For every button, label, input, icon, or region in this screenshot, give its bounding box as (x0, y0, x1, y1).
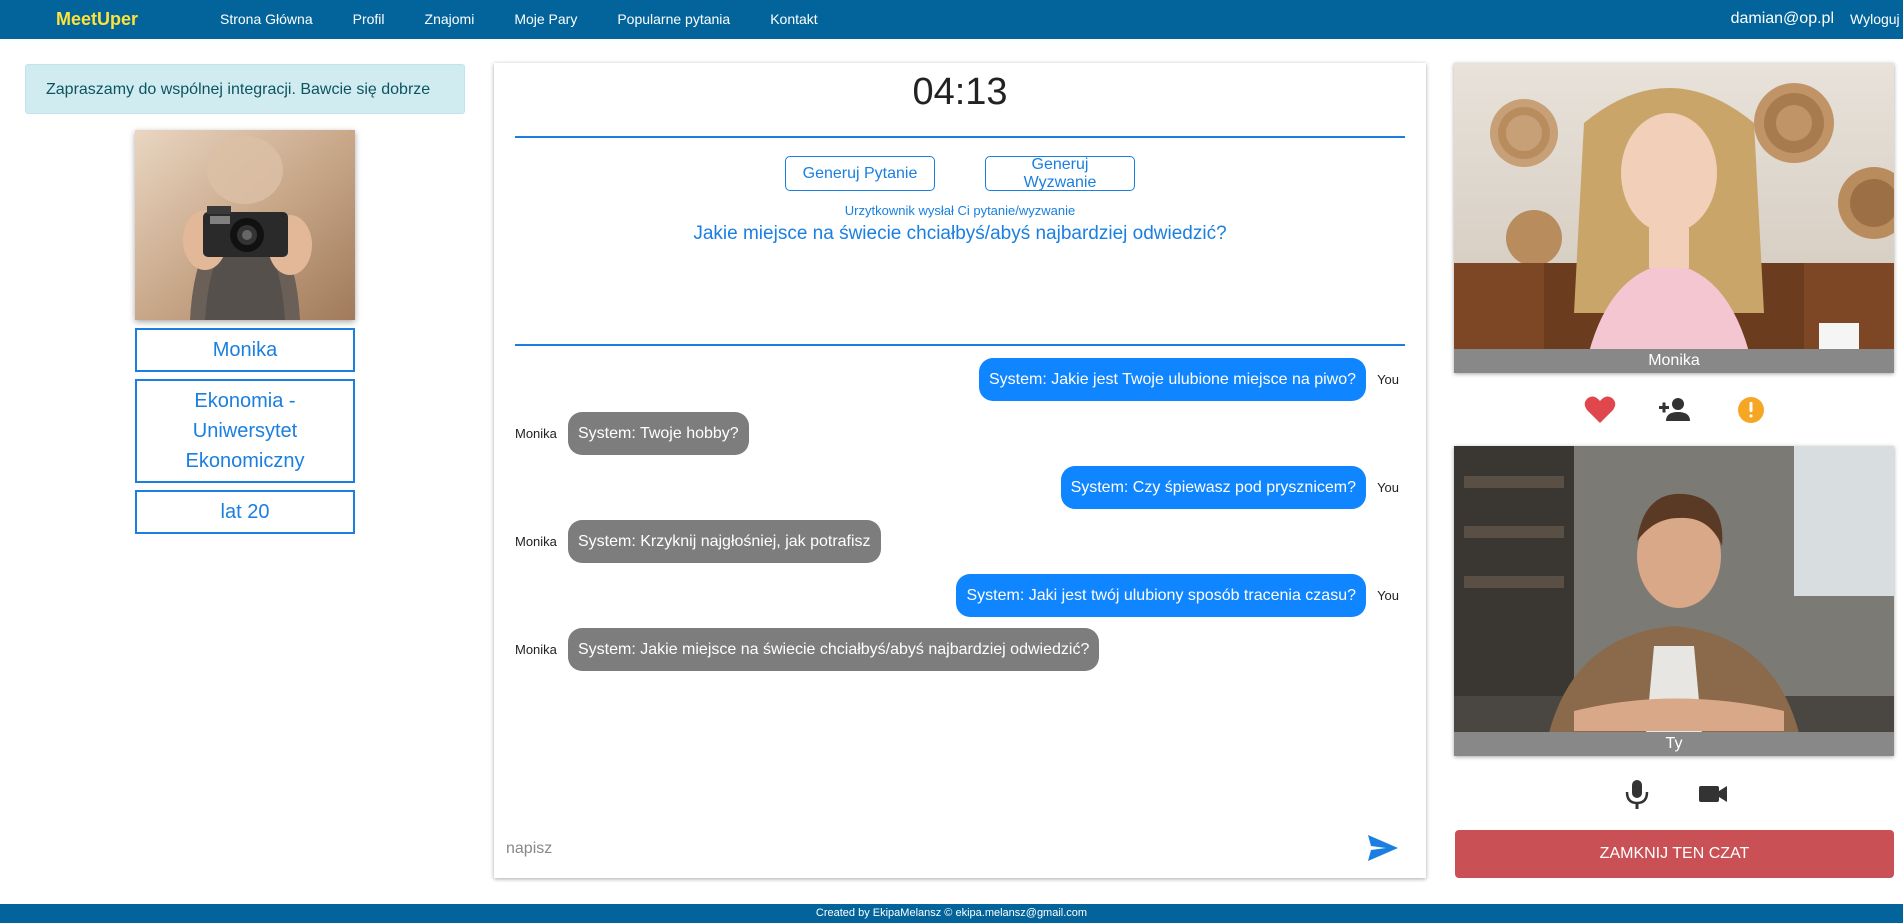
alert-icon[interactable] (1734, 393, 1768, 427)
close-chat-button[interactable]: ZAMKNIJ TEN CZAT (1455, 830, 1894, 878)
chat-message: System: Jakie jest Twoje ulubione miejsc… (494, 358, 1426, 402)
logout-link[interactable]: Wyloguj (1850, 11, 1903, 27)
nav-link-contact[interactable]: Kontakt (770, 11, 817, 27)
divider (515, 136, 1405, 138)
welcome-alert: Zapraszamy do wspólnej integracji. Bawci… (25, 64, 465, 114)
brand-logo[interactable]: MeetUper (56, 9, 138, 30)
chat-message: System: Jaki jest twój ulubiony sposób t… (494, 574, 1426, 618)
message-sender: Monika (515, 534, 557, 549)
message-sender: You (1377, 588, 1399, 603)
user-email: damian@op.pl (1730, 10, 1834, 27)
chat-message: System: Czy śpiewasz pod prysznicem? You (494, 466, 1426, 510)
chat-timer: 04:13 (912, 71, 1008, 113)
generate-question-button[interactable]: Generuj Pytanie (785, 156, 935, 191)
divider (515, 344, 1405, 346)
nav-link-friends[interactable]: Znajomi (425, 11, 475, 27)
current-question: Jakie miejsce na świecie chciałbyś/abyś … (693, 223, 1227, 244)
partner-name: Monika (135, 328, 355, 372)
navbar: MeetUper Strona Główna Profil Znajomi Mo… (0, 0, 1903, 39)
message-sender: You (1377, 480, 1399, 495)
message-bubble-outgoing: System: Jaki jest twój ulubiony sposób t… (956, 574, 1366, 617)
add-user-icon[interactable] (1658, 393, 1692, 427)
nav-link-my-pairs[interactable]: Moje Pary (514, 11, 577, 27)
message-input[interactable] (504, 834, 1344, 864)
nav-links: Strona Główna Profil Znajomi Moje Pary P… (220, 11, 858, 27)
chat-message: Monika System: Krzyknij najgłośniej, jak… (494, 520, 1426, 564)
message-sender: Monika (515, 642, 557, 657)
message-bubble-outgoing: System: Czy śpiewasz pod prysznicem? (1060, 466, 1366, 509)
chat-message: Monika System: Jakie miejsce na świecie … (494, 628, 1426, 672)
received-question-note: Urzytkownik wysłał Ci pytanie/wyzwanie (844, 203, 1076, 218)
send-icon[interactable] (1366, 833, 1400, 863)
heart-icon[interactable] (1583, 393, 1617, 427)
message-bubble-incoming: System: Krzyknij najgłośniej, jak potraf… (568, 520, 881, 563)
message-bubble-incoming: System: Twoje hobby? (568, 412, 749, 455)
chat-message: Monika System: Twoje hobby? (494, 412, 1426, 456)
nav-link-profile[interactable]: Profil (353, 11, 385, 27)
partner-profile-photo (135, 130, 355, 320)
message-bubble-outgoing: System: Jakie jest Twoje ulubione miejsc… (979, 358, 1366, 401)
video-camera-icon[interactable] (1696, 777, 1730, 811)
message-sender: Monika (515, 426, 557, 441)
message-bubble-incoming: System: Jakie miejsce na świecie chciałb… (568, 628, 1100, 671)
chat-panel: 04:13 Generuj Pytanie Generuj Wyzwanie U… (494, 63, 1426, 878)
self-video: Ty (1454, 446, 1894, 756)
partner-age: lat 20 (135, 490, 355, 534)
generate-challenge-button[interactable]: Generuj Wyzwanie (985, 156, 1135, 191)
partner-video: Monika (1454, 63, 1894, 373)
nav-link-popular-questions[interactable]: Popularne pytania (617, 11, 730, 27)
self-video-label: Ty (1454, 732, 1894, 756)
message-sender: You (1377, 372, 1399, 387)
footer: Created by EkipaMelansz © ekipa.melansz@… (0, 904, 1903, 923)
microphone-icon[interactable] (1620, 777, 1654, 811)
nav-user-area: damian@op.pl Wyloguj (1731, 10, 1903, 28)
partner-video-label: Monika (1454, 349, 1894, 373)
partner-university: Ekonomia - Uniwersytet Ekonomiczny (135, 379, 355, 483)
nav-link-home[interactable]: Strona Główna (220, 11, 313, 27)
